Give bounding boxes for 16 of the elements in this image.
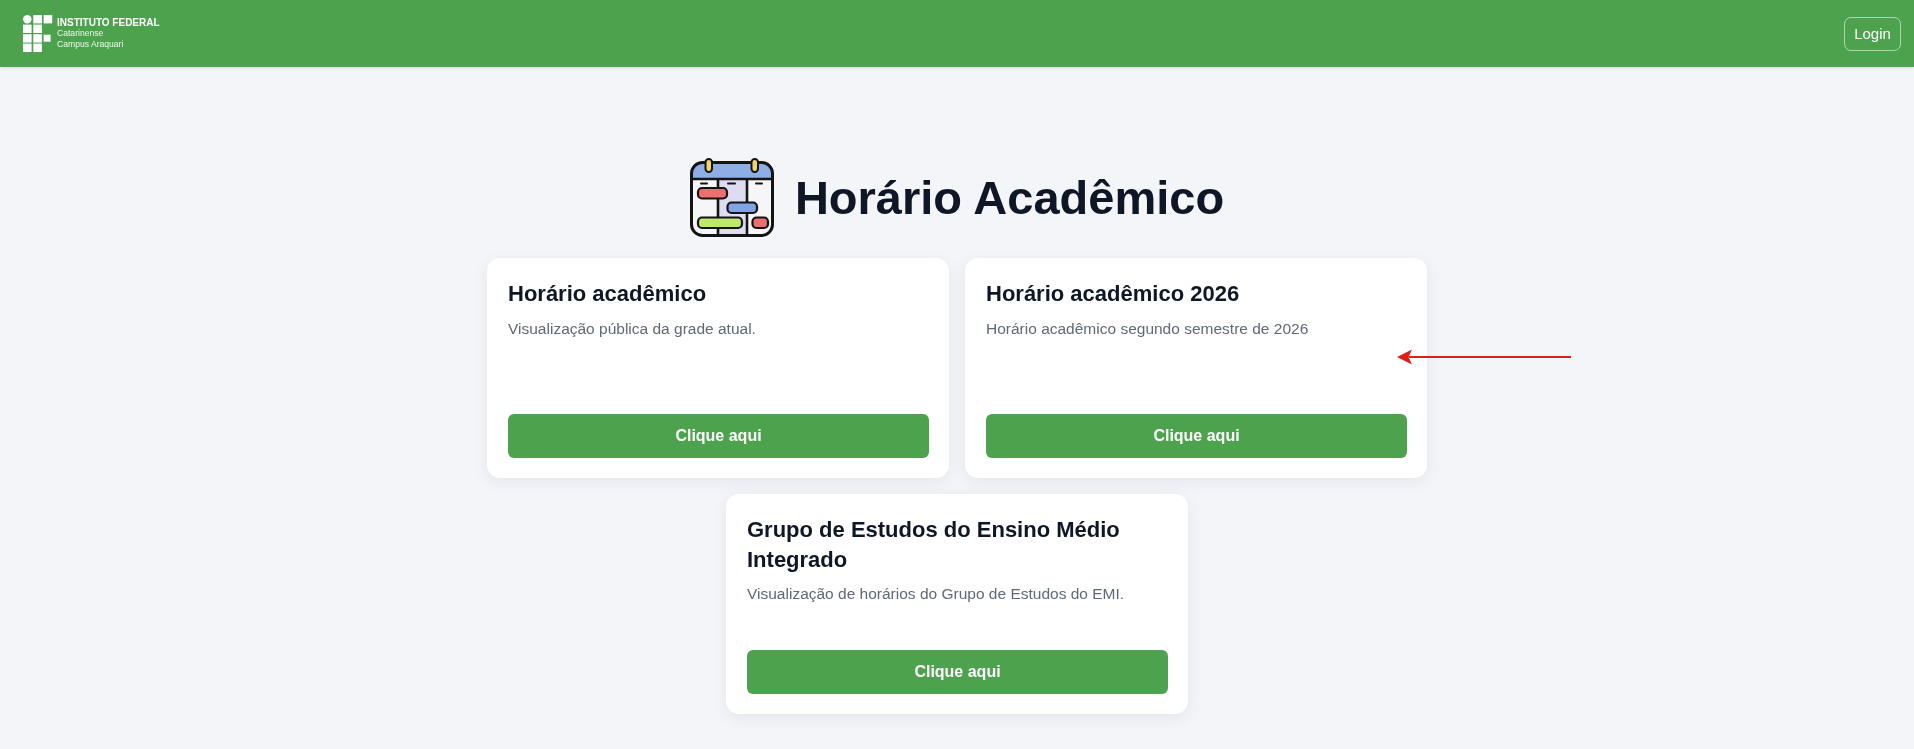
login-button[interactable]: Login [1844,16,1901,51]
open-button[interactable]: Clique aqui [747,650,1168,694]
institute-name: INSTITUTO FEDERAL [57,17,160,29]
calendar-icon [689,158,774,237]
campus-label: Catarinense [57,28,105,39]
institute-logo-icon [23,15,53,52]
open-button[interactable]: Clique aqui [508,414,929,458]
card-description: Visualização pública da grade atual. [508,318,757,339]
page-title: Horário Acadêmico [794,171,1225,224]
card-description: Horário acadêmico segundo semestre de 2026 [986,318,1310,339]
card-title: Horário acadêmico 2026 [986,280,1241,308]
card-title: Horário acadêmico [508,280,708,308]
card-description: Visualização de horários do Grupo de Estudos do EMI. [747,584,1126,605]
open-button[interactable]: Clique aqui [986,414,1407,458]
card-title: Grupo de Estudos do Ensino Médio Integrado [747,516,1121,574]
campus-label: Campus Araquari [57,38,125,50]
